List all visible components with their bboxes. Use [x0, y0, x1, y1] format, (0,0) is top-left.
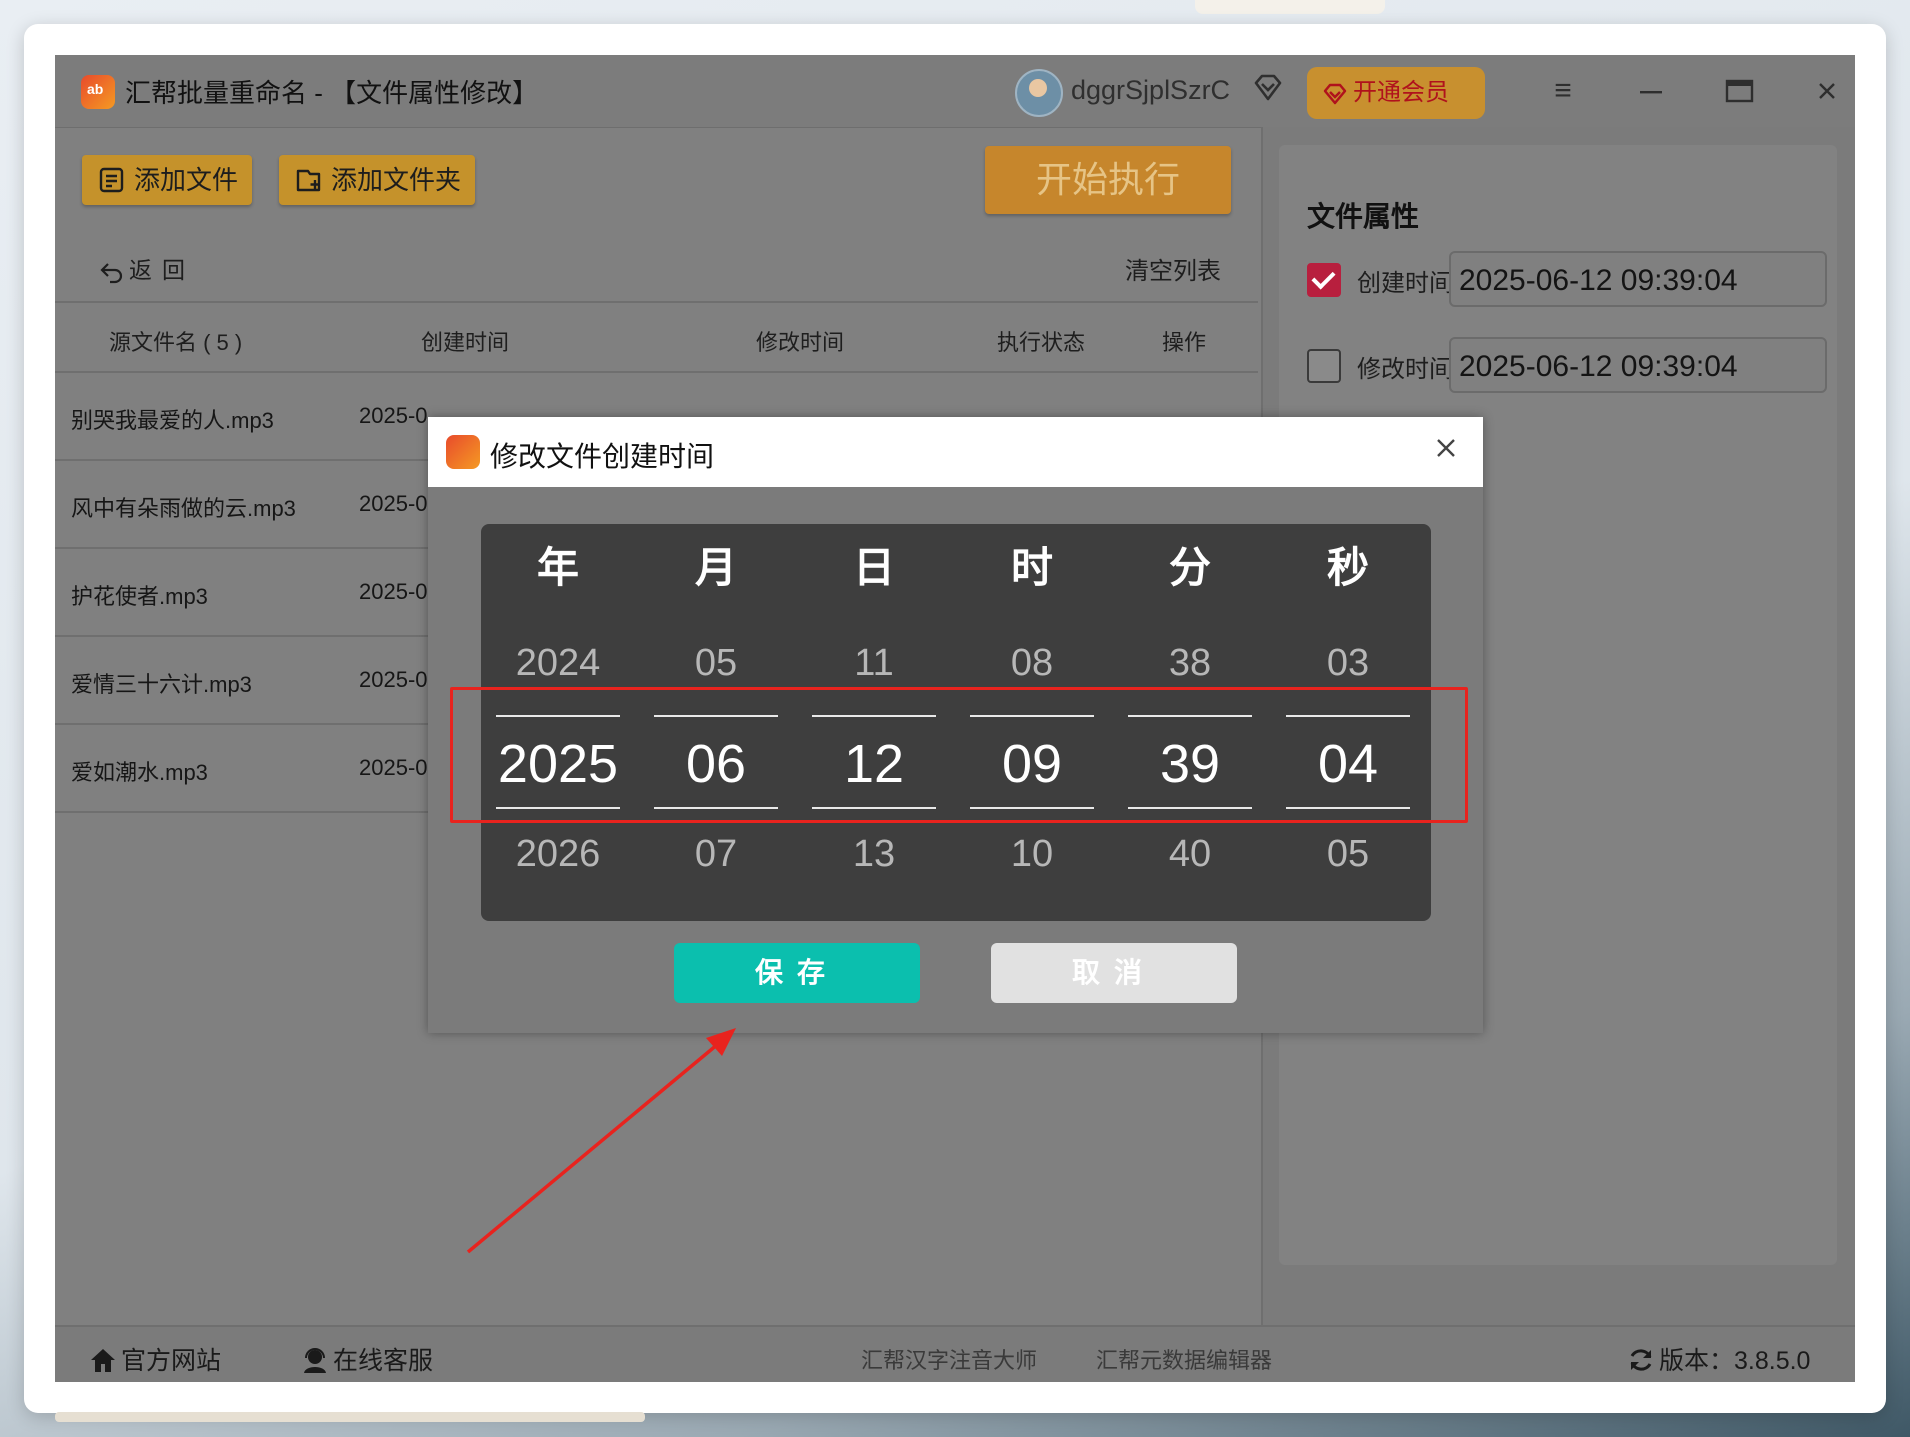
add-folder-label: 添加文件夹 — [331, 165, 462, 195]
column-header-created[interactable]: 创建时间 — [421, 325, 509, 357]
add-folder-icon — [296, 169, 321, 192]
background-window-edge — [55, 1412, 645, 1422]
second-next[interactable]: 05 — [1286, 833, 1410, 876]
back-button[interactable]: 返回 — [99, 251, 195, 285]
created-time-checkbox[interactable] — [1307, 263, 1341, 297]
month-header: 月 — [694, 544, 737, 591]
created-time: 2025-0 — [359, 491, 428, 516]
modify-created-time-dialog: 修改文件创建时间 年 2024 2025 2026 月 05 06 07 日 1… — [428, 417, 1483, 1033]
day-next[interactable]: 13 — [812, 833, 936, 876]
created-time: 2025-0 — [359, 403, 428, 428]
file-name: 爱如潮水.mp3 — [71, 760, 208, 785]
month-next[interactable]: 07 — [654, 833, 778, 876]
modified-time-field[interactable]: 2025-06-12 09:39:04 — [1449, 337, 1827, 393]
file-name: 护花使者.mp3 — [71, 584, 208, 609]
year-header: 年 — [536, 544, 579, 591]
year-next[interactable]: 2026 — [496, 833, 620, 876]
month-prev[interactable]: 05 — [654, 642, 778, 685]
column-header-modified[interactable]: 修改时间 — [756, 325, 844, 357]
column-header-status[interactable]: 执行状态 — [997, 325, 1085, 357]
file-name: 爱情三十六计.mp3 — [71, 672, 252, 697]
user-avatar[interactable] — [1015, 69, 1063, 117]
hour-prev[interactable]: 08 — [970, 642, 1094, 685]
dialog-logo-icon — [446, 435, 480, 469]
official-website-link[interactable]: 官方网站 — [89, 1341, 221, 1378]
dialog-title: 修改文件创建时间 — [490, 441, 715, 472]
clear-list-button[interactable]: 清空列表 — [1125, 251, 1221, 286]
minimize-icon[interactable] — [1631, 73, 1671, 109]
day-header: 日 — [852, 544, 895, 591]
pinyin-tool-link[interactable]: 汇帮汉字注音大师 — [861, 1343, 1037, 1375]
created-time-label: 创建时间 — [1357, 270, 1453, 297]
file-name: 别哭我最爱的人.mp3 — [71, 408, 274, 433]
column-header-name[interactable]: 源文件名 ( 5 ) — [109, 325, 242, 357]
open-vip-button[interactable]: 开通会员 — [1307, 67, 1485, 119]
add-file-label: 添加文件 — [134, 165, 239, 195]
add-folder-button[interactable]: 添加文件夹 — [279, 155, 475, 205]
divider — [55, 301, 1258, 303]
created-time: 2025-0 — [359, 755, 428, 780]
created-time-field[interactable]: 2025-06-12 09:39:04 — [1449, 251, 1827, 307]
column-header-action: 操作 — [1162, 330, 1207, 355]
selection-highlight-annotation — [450, 687, 1468, 823]
minute-next[interactable]: 40 — [1128, 833, 1252, 876]
status-bar: 官方网站 在线客服 汇帮汉字注音大师 汇帮元数据编辑器 版本：3.8.5.0 — [55, 1325, 1855, 1382]
hour-header: 时 — [1010, 544, 1053, 591]
window-title: 汇帮批量重命名 - 【文件属性修改】 — [125, 78, 539, 108]
second-header: 秒 — [1326, 544, 1369, 591]
maximize-icon[interactable] — [1719, 73, 1759, 109]
background-window-edge — [1195, 0, 1385, 14]
diamond-icon[interactable] — [1251, 71, 1285, 105]
year-prev[interactable]: 2024 — [496, 642, 620, 685]
start-button[interactable]: 开始执行 — [985, 146, 1231, 214]
open-vip-label: 开通会员 — [1353, 79, 1449, 106]
dialog-close-icon[interactable] — [1428, 433, 1464, 469]
online-support-link[interactable]: 在线客服 — [301, 1341, 433, 1378]
online-support-label: 在线客服 — [333, 1347, 434, 1375]
created-time: 2025-0 — [359, 667, 428, 692]
version-info[interactable]: 版本：3.8.5.0 — [1627, 1341, 1810, 1378]
official-website-label: 官方网站 — [121, 1347, 222, 1375]
app-logo-icon: ab — [81, 75, 115, 109]
menu-icon[interactable]: ≡ — [1543, 73, 1583, 109]
metadata-editor-link[interactable]: 汇帮元数据编辑器 — [1096, 1343, 1272, 1375]
second-prev[interactable]: 03 — [1286, 642, 1410, 685]
properties-title: 文件属性 — [1307, 201, 1420, 232]
save-button[interactable]: 保存 — [674, 943, 920, 1003]
home-icon — [91, 1349, 115, 1373]
support-agent-icon — [304, 1348, 326, 1374]
refresh-icon — [1630, 1349, 1652, 1372]
add-file-button[interactable]: 添加文件 — [82, 155, 252, 205]
modified-time-checkbox[interactable] — [1307, 349, 1341, 383]
back-arrow-icon — [100, 263, 123, 284]
dialog-header: 修改文件创建时间 — [428, 417, 1483, 487]
modified-time-label: 修改时间 — [1357, 356, 1453, 383]
cancel-button[interactable]: 取消 — [991, 943, 1237, 1003]
created-time: 2025-0 — [359, 579, 428, 604]
file-name: 风中有朵雨做的云.mp3 — [71, 496, 296, 521]
username[interactable]: dggrSjplSzrC — [1071, 75, 1230, 106]
back-label: 返回 — [129, 257, 195, 283]
version-label: 版本：3.8.5.0 — [1659, 1347, 1811, 1375]
vip-diamond-icon — [1323, 83, 1347, 104]
title-bar: ab 汇帮批量重命名 - 【文件属性修改】 dggrSjplSzrC 开通会员 … — [55, 55, 1855, 128]
minute-header: 分 — [1168, 544, 1211, 591]
day-prev[interactable]: 11 — [812, 642, 936, 685]
hour-next[interactable]: 10 — [970, 833, 1094, 876]
minute-prev[interactable]: 38 — [1128, 642, 1252, 685]
close-window-icon[interactable] — [1807, 73, 1847, 109]
file-list-icon — [99, 167, 124, 193]
